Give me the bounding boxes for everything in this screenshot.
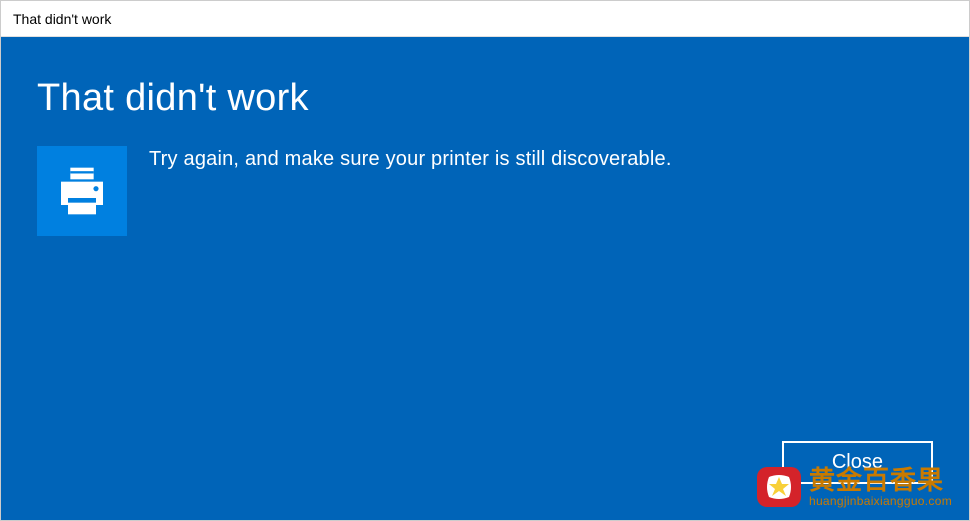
- watermark-text: 黄金百香果 huangjinbaixiangguo.com: [809, 466, 952, 508]
- titlebar: That didn't work: [1, 1, 969, 37]
- watermark-logo-icon: [755, 463, 803, 511]
- titlebar-title: That didn't work: [13, 11, 111, 27]
- dialog-content: That didn't work Try again, and make sur…: [1, 37, 969, 520]
- dialog-message: Try again, and make sure your printer is…: [149, 146, 672, 171]
- watermark-chinese: 黄金百香果: [809, 466, 952, 495]
- icon-container: [37, 146, 127, 236]
- printer-icon: [54, 163, 110, 219]
- dialog-window: That didn't work That didn't work Try ag…: [0, 0, 970, 521]
- message-row: Try again, and make sure your printer is…: [37, 146, 933, 236]
- watermark: 黄金百香果 huangjinbaixiangguo.com: [755, 463, 952, 511]
- watermark-pinyin: huangjinbaixiangguo.com: [809, 495, 952, 508]
- dialog-heading: That didn't work: [37, 77, 933, 120]
